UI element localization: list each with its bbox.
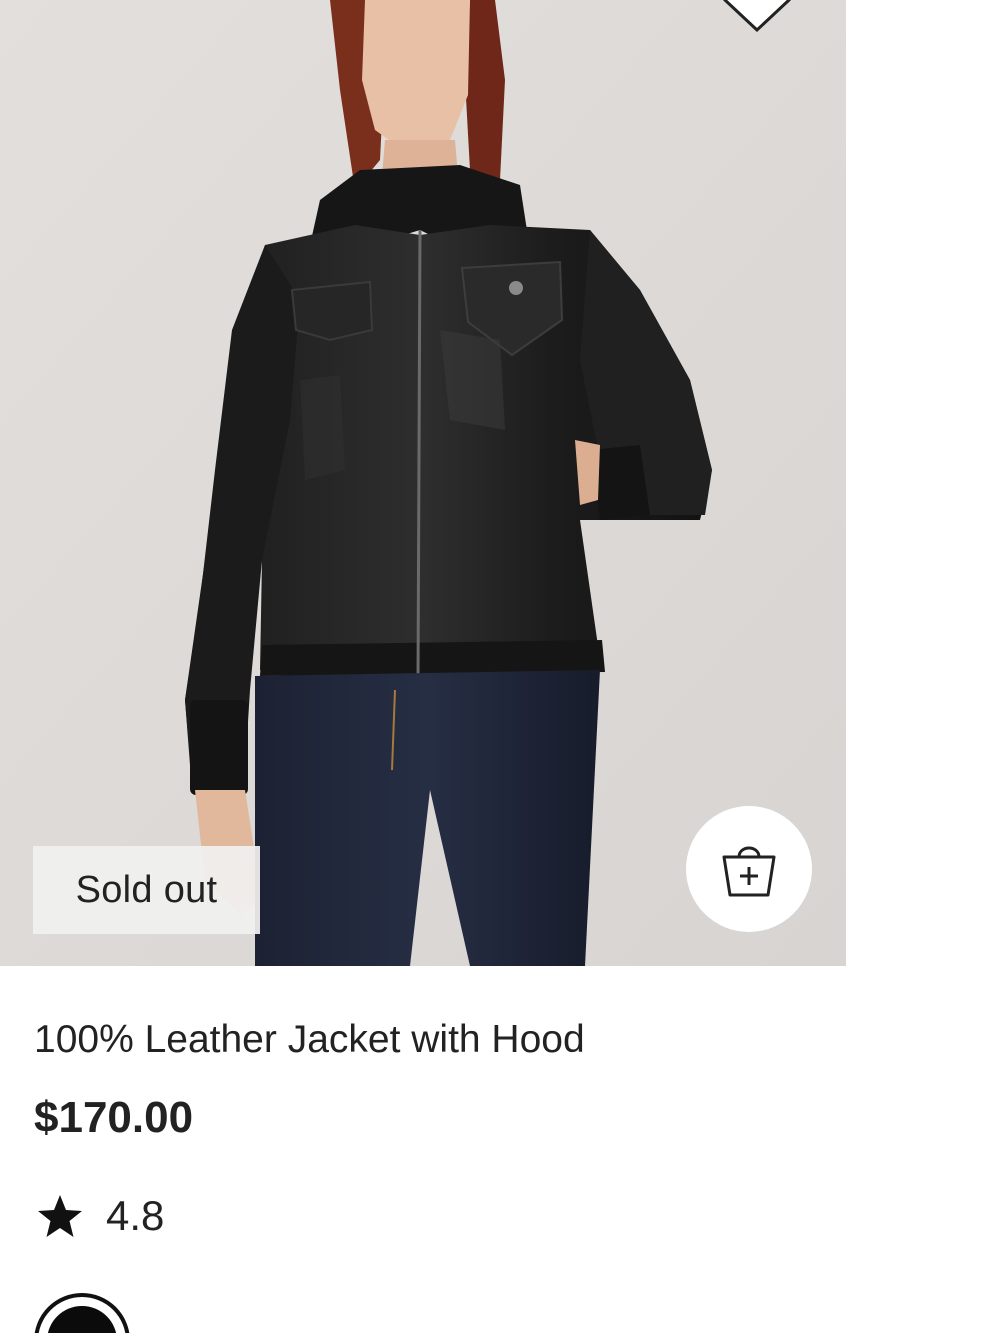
wishlist-button[interactable] — [715, 0, 799, 34]
shopping-bag-plus-icon — [722, 846, 776, 897]
heart-icon — [723, 0, 791, 33]
product-rating: 4.8 — [36, 1188, 164, 1244]
product-name[interactable]: 100% Leather Jacket with Hood — [34, 1018, 585, 1062]
color-swatch-black[interactable] — [34, 1293, 130, 1333]
star-icon — [38, 1195, 82, 1237]
product-price: $170.00 — [34, 1093, 194, 1142]
rating-value: 4.8 — [106, 1192, 165, 1239]
product-card: Sold out 100% Leather Jacket with Hood $… — [0, 0, 1000, 1333]
sold-out-badge: Sold out — [33, 846, 260, 934]
add-to-bag-button[interactable] — [686, 806, 812, 932]
product-image[interactable]: Sold out — [0, 0, 846, 966]
swatch-color-fill — [47, 1306, 117, 1333]
